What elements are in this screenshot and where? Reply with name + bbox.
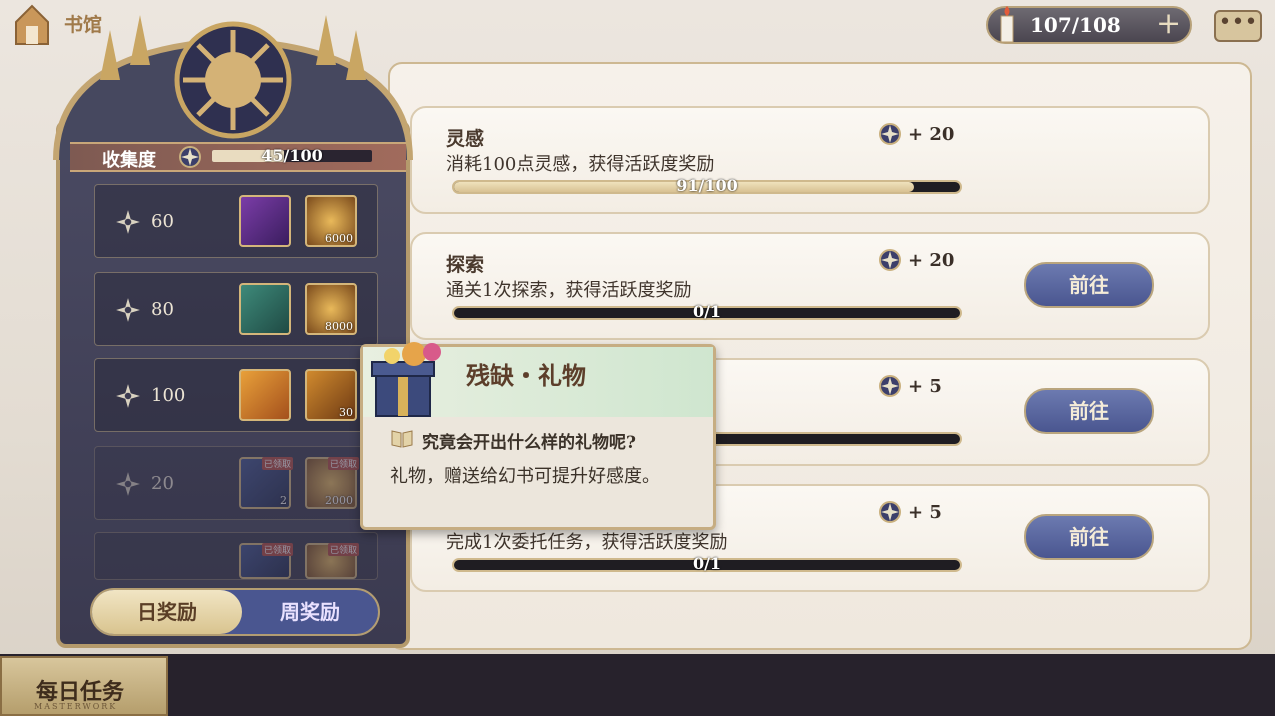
task-progress-bar: 91/100 xyxy=(452,176,962,195)
energy-value: 107/108 xyxy=(1030,13,1121,37)
gift-box-icon[interactable] xyxy=(239,283,291,335)
task-reward: + 20 xyxy=(908,250,955,271)
task-title: 灵感 xyxy=(446,128,485,150)
task-progress-bar: 0/1 xyxy=(452,554,962,573)
claimed-badge: 已领取 xyxy=(327,543,359,556)
collection-label: 收集度 xyxy=(102,150,156,171)
activity-point-icon xyxy=(879,501,901,523)
tier-points: 80 xyxy=(151,299,174,320)
reward-tier-claimed: 已领取 已领取 xyxy=(94,532,378,580)
activity-point-icon xyxy=(116,472,140,496)
item-count: 8000 xyxy=(325,320,353,333)
reward-tier[interactable]: 80 8000 xyxy=(94,272,378,346)
task-description: 完成1次委托任务，获得活跃度奖励 xyxy=(446,532,728,553)
tab-daily-reward[interactable]: 日奖励 xyxy=(92,590,242,634)
activity-point-icon xyxy=(879,249,901,271)
tab-weekly-reward[interactable]: 周奖励 xyxy=(242,590,378,634)
item-icon: 已领取 xyxy=(239,543,293,579)
tier-points: 20 xyxy=(151,473,174,494)
reward-tier[interactable]: 60 6000 xyxy=(94,184,378,258)
collection-value: 45/100 xyxy=(261,146,323,165)
activity-point-icon xyxy=(116,384,140,408)
task-progress-text: 0/1 xyxy=(692,302,722,321)
tier-points: 60 xyxy=(151,211,174,232)
item-icon: 已领取 xyxy=(305,543,359,579)
task-card-inspiration: 灵感 消耗100点灵感，获得活跃度奖励 + 20 91/100 xyxy=(410,106,1210,214)
activity-point-icon xyxy=(879,123,901,145)
activity-point-icon xyxy=(116,298,140,322)
book-icon xyxy=(391,430,413,448)
task-progress-text: 0/1 xyxy=(692,554,722,573)
gift-box-icon xyxy=(371,342,441,417)
task-progress-text: 91/100 xyxy=(676,176,738,195)
portrait-frame-icon[interactable] xyxy=(239,369,291,421)
task-description: 通关1次探索，获得活跃度奖励 xyxy=(446,280,692,301)
goto-button[interactable]: 前往 xyxy=(1024,262,1154,308)
activity-point-icon xyxy=(179,146,201,168)
chat-icon[interactable]: ••• xyxy=(1214,10,1262,42)
goto-button[interactable]: 前往 xyxy=(1024,388,1154,434)
quill-feather-icon[interactable]: 30 xyxy=(305,369,357,421)
task-reward: + 20 xyxy=(908,124,955,145)
task-card-explore: 探索 通关1次探索，获得活跃度奖励 + 20 0/1 前往 xyxy=(410,232,1210,340)
reward-tier[interactable]: 100 30 xyxy=(94,358,378,432)
item-count: 30 xyxy=(339,406,353,419)
tier-points: 100 xyxy=(151,385,186,406)
item-count: 6000 xyxy=(325,232,353,245)
gold-coin-icon: 已领取 2000 xyxy=(305,457,359,509)
gold-coin-icon[interactable]: 6000 xyxy=(305,195,357,247)
tooltip-description: 礼物，赠送给幻书可提升好感度。 xyxy=(390,466,660,487)
key-icon: 已领取 2 xyxy=(239,457,293,509)
reward-tier-claimed: 20 已领取 2 已领取 2000 xyxy=(94,446,378,520)
gold-coin-icon[interactable]: 8000 xyxy=(305,283,357,335)
task-reward: + 5 xyxy=(908,502,942,523)
bottom-bar xyxy=(0,654,1275,716)
candle-icon xyxy=(1000,6,1014,43)
goto-button[interactable]: 前往 xyxy=(1024,514,1154,560)
item-count: 2000 xyxy=(325,494,353,507)
tooltip-title: 残缺・礼物 xyxy=(466,361,586,390)
task-title: 探索 xyxy=(446,254,485,276)
task-progress-bar: 0/1 xyxy=(452,302,962,321)
task-description: 消耗100点灵感，获得活跃度奖励 xyxy=(446,154,715,175)
task-reward: + 5 xyxy=(908,376,942,397)
add-energy-button[interactable]: + xyxy=(1156,8,1181,40)
claimed-badge: 已领取 xyxy=(261,457,293,470)
item-count: 2 xyxy=(280,494,287,507)
tooltip-question: 究竟会开出什么样的礼物呢? xyxy=(422,433,636,453)
activity-point-icon xyxy=(879,375,901,397)
dice-icon[interactable] xyxy=(239,195,291,247)
claimed-badge: 已领取 xyxy=(327,457,359,470)
activity-point-icon xyxy=(116,210,140,234)
claimed-badge: 已领取 xyxy=(261,543,293,556)
daily-task-sublabel: MASTERWORK xyxy=(34,702,118,711)
